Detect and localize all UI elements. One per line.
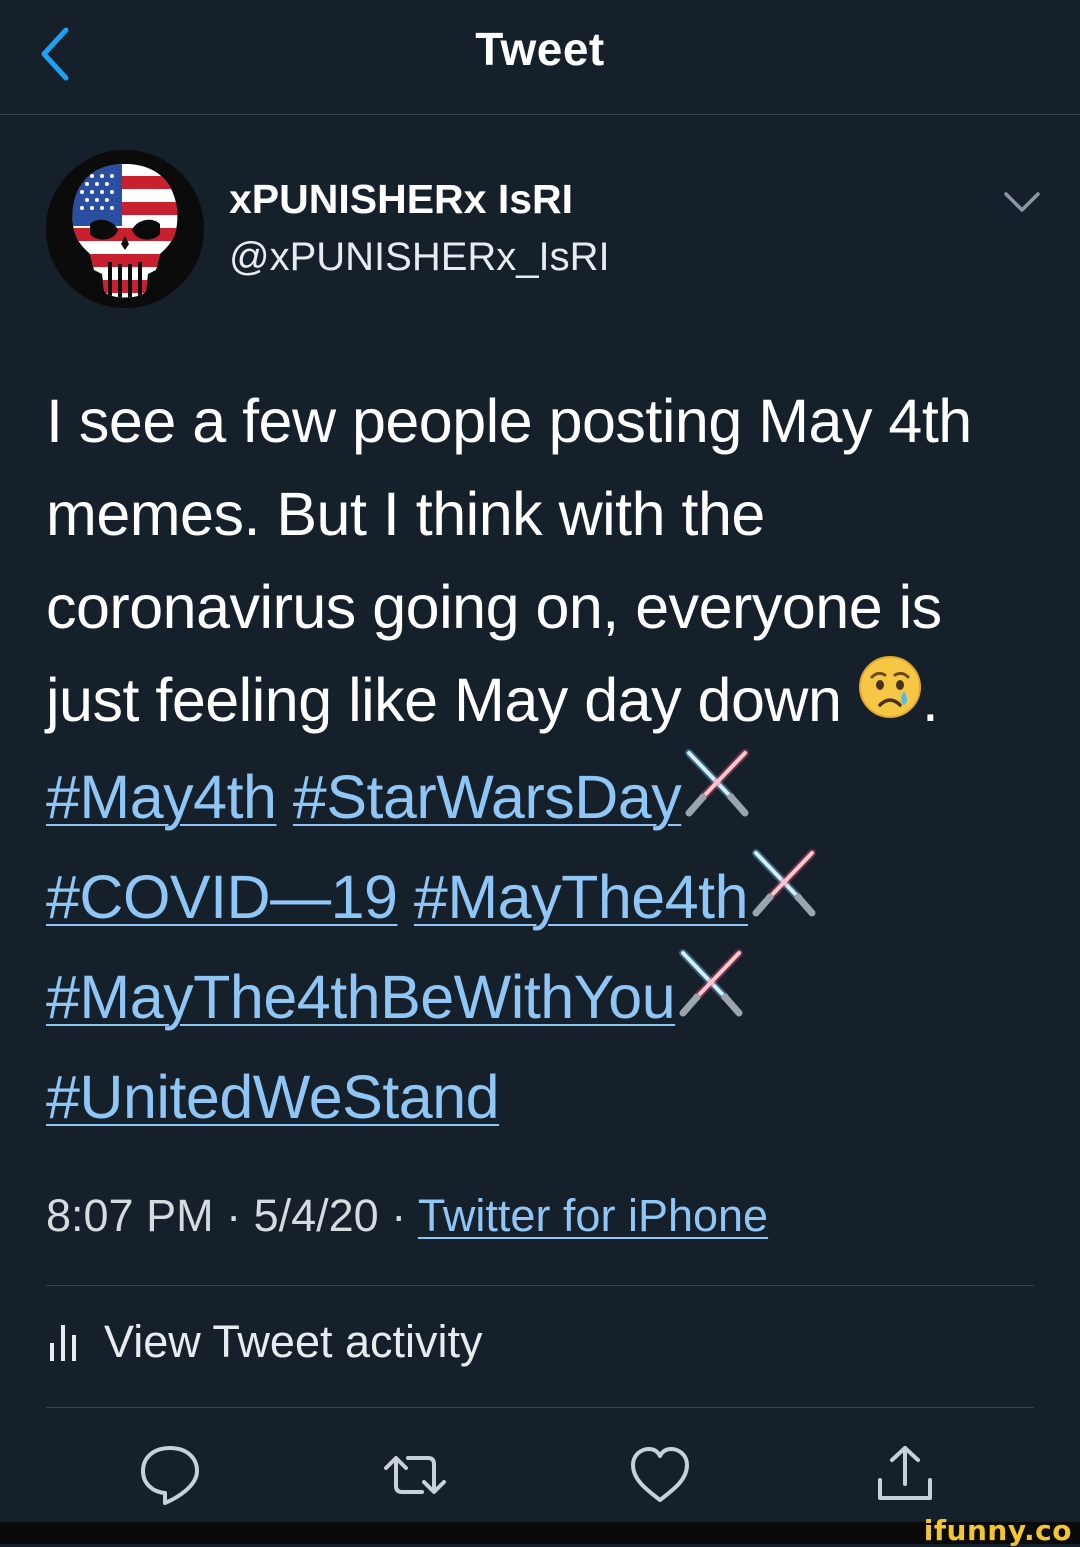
tweet-text-line: #UnitedWeStand [46, 1051, 1046, 1144]
meta-separator: · [378, 1190, 418, 1241]
punisher-skull-avatar-image [46, 150, 204, 308]
heart-icon [631, 1447, 689, 1502]
view-tweet-activity-button[interactable]: View Tweet activity [46, 1316, 483, 1376]
tweet-meta: 8:07 PM · 5/4/20 · Twitter for iPhone [46, 1190, 768, 1242]
top-nav-bar: Tweet [0, 0, 1080, 115]
watermark: ifunny.co [923, 1514, 1072, 1547]
hashtag-link[interactable]: #MayThe4thBeWithYou [46, 963, 676, 1031]
hashtag-link[interactable]: #UnitedWeStand [46, 1063, 500, 1131]
crossed-lightsabers-emoji [748, 847, 820, 945]
tweet-text-segment: . [921, 666, 939, 734]
author-handle[interactable]: @xPUNISHERx_IsRI [229, 235, 610, 280]
tweet-date: 5/4/20 [253, 1190, 379, 1241]
reply-button[interactable] [135, 1440, 205, 1510]
chevron-down-icon [1004, 192, 1040, 212]
retweet-button[interactable] [380, 1440, 450, 1510]
hashtag-link[interactable]: #MayThe4th [414, 863, 749, 931]
tweet-time: 8:07 PM [46, 1190, 214, 1241]
tweet-text-line: coronavirus going on, everyone is [46, 573, 942, 641]
meta-separator: · [213, 1190, 254, 1241]
tweet-text-line: #MayThe4thBeWithYou [46, 949, 1046, 1051]
tweet-source-link[interactable]: Twitter for iPhone [418, 1190, 768, 1241]
tweet-text-line: #COVID—19 #MayThe4th [46, 849, 1046, 951]
crossed-lightsabers-emoji [681, 747, 753, 845]
author-display-name[interactable]: xPUNISHERx IsRI [229, 176, 573, 223]
divider [46, 1407, 1034, 1408]
footer-bar [0, 1522, 1080, 1544]
page-title: Tweet [475, 23, 605, 75]
tweet-text-segment: just feeling like May day down [46, 666, 858, 734]
divider [46, 1285, 1034, 1286]
tweet-menu-button[interactable] [1000, 180, 1044, 224]
hashtag-link[interactable]: #COVID—19 [46, 863, 398, 931]
view-tweet-activity-label: View Tweet activity [104, 1316, 483, 1367]
like-button[interactable] [625, 1440, 695, 1510]
crying-face-emoji [858, 652, 922, 745]
reply-icon [141, 1446, 199, 1505]
hashtag-link[interactable]: #May4th [46, 763, 277, 831]
tweet-text: I see a few people posting May 4th memes… [46, 375, 1046, 1144]
tweet-text-line: memes. But I think with the [46, 480, 765, 548]
share-button[interactable] [870, 1440, 940, 1510]
hashtag-link[interactable]: #StarWarsDay [293, 763, 682, 831]
tweet-text-line: I see a few people posting May 4th [46, 387, 972, 455]
crossed-lightsabers-emoji [675, 947, 747, 1045]
tweet-text-line: #May4th #StarWarsDay [46, 749, 1046, 851]
share-icon [878, 1446, 932, 1500]
tweet-text-line: just feeling like May day down . [46, 654, 1046, 751]
avatar[interactable] [46, 150, 204, 308]
bar-chart-icon [46, 1317, 82, 1374]
retweet-icon [384, 1456, 446, 1494]
